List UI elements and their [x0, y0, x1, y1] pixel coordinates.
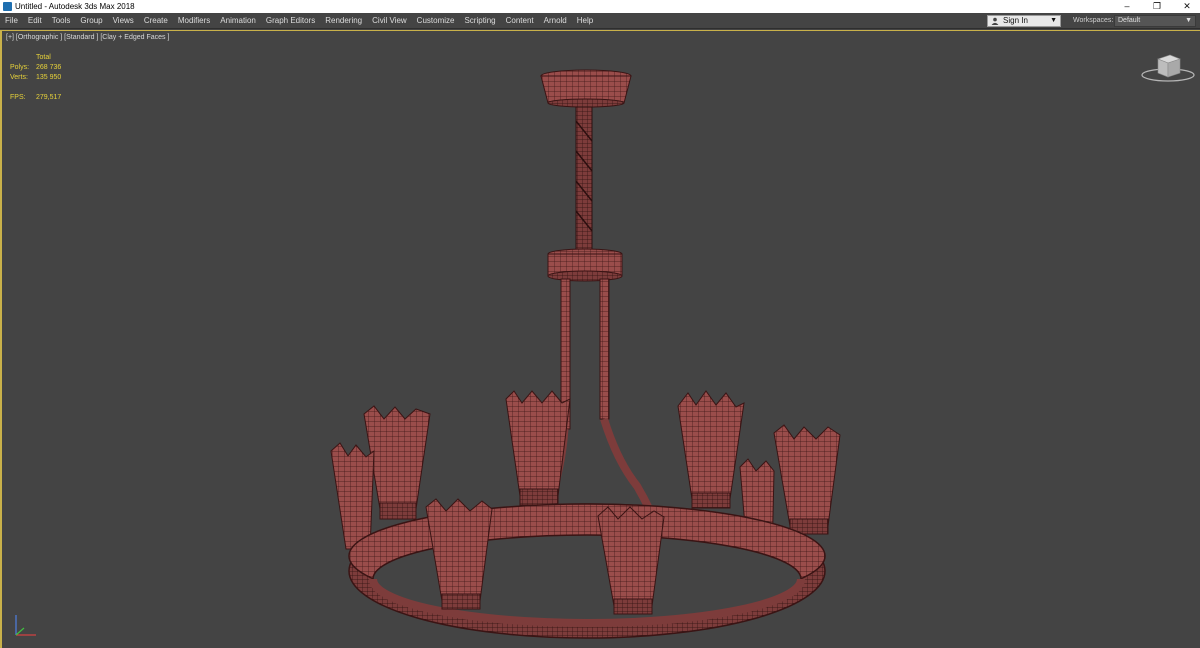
menu-modifiers[interactable]: Modifiers — [173, 13, 215, 29]
menu-scripting[interactable]: Scripting — [459, 13, 500, 29]
menu-content[interactable]: Content — [501, 13, 539, 29]
menu-help[interactable]: Help — [572, 13, 598, 29]
workspace-value: Default — [1118, 17, 1141, 24]
menu-views[interactable]: Views — [108, 13, 139, 29]
workspaces-label: Workspaces: — [1073, 17, 1114, 24]
fps-label: FPS: — [10, 94, 26, 101]
chain — [575, 106, 593, 254]
perspective-viewport[interactable]: [+] [Orthographic ] [Standard ] [Clay + … — [0, 30, 1200, 648]
verts-value: 135 950 — [36, 74, 62, 81]
polys-label: Polys: — [10, 64, 30, 71]
chevron-down-icon: ▼ — [1050, 17, 1057, 24]
menu-graph-editors[interactable]: Graph Editors — [261, 13, 320, 29]
menu-civil-view[interactable]: Civil View — [367, 13, 412, 29]
title-bar: Untitled - Autodesk 3ds Max 2018 – ❐ ✕ — [0, 0, 1200, 13]
3dsmax-app-icon — [3, 2, 12, 11]
menu-bar: File Edit Tools Group Views Create Modif… — [0, 13, 1200, 29]
menu-animation[interactable]: Animation — [215, 13, 261, 29]
menu-arnold[interactable]: Arnold — [539, 13, 572, 29]
menu-rendering[interactable]: Rendering — [320, 13, 367, 29]
restore-button[interactable]: ❐ — [1143, 0, 1171, 13]
polys-value: 268 736 — [36, 64, 62, 71]
window-title: Untitled - Autodesk 3ds Max 2018 — [15, 2, 135, 11]
menu-items: File Edit Tools Group Views Create Modif… — [0, 13, 598, 29]
sign-in-dropdown[interactable]: Sign In ▼ — [987, 15, 1061, 27]
minimize-button[interactable]: – — [1113, 0, 1141, 13]
scene-statistics: Total Polys: 268 736 Verts: 135 950 FPS: 27… — [10, 53, 76, 103]
fps-value: 279,517 — [36, 94, 62, 101]
verts-label: Verts: — [10, 74, 28, 81]
menu-tools[interactable]: Tools — [47, 13, 76, 29]
menu-customize[interactable]: Customize — [412, 13, 460, 29]
chevron-down-icon: ▼ — [1185, 17, 1192, 24]
axis-tripod-icon — [15, 615, 36, 636]
chandelier-model — [330, 69, 841, 639]
viewport-label-menu[interactable]: [+] [Orthographic ] [Standard ] [Clay + … — [6, 34, 169, 41]
collar — [547, 248, 623, 282]
menu-edit[interactable]: Edit — [23, 13, 47, 29]
menu-create[interactable]: Create — [139, 13, 173, 29]
ceiling-canopy — [540, 69, 632, 108]
sign-in-label: Sign In — [1003, 16, 1028, 25]
menu-group[interactable]: Group — [75, 13, 107, 29]
menu-file[interactable]: File — [0, 13, 23, 29]
chandelier-ring — [348, 503, 826, 639]
viewcube-icon[interactable] — [1140, 49, 1196, 85]
stats-total-header: Total — [36, 54, 51, 61]
user-icon — [991, 17, 999, 25]
workspaces-select[interactable]: Default ▼ — [1114, 15, 1196, 27]
close-button[interactable]: ✕ — [1173, 0, 1200, 13]
